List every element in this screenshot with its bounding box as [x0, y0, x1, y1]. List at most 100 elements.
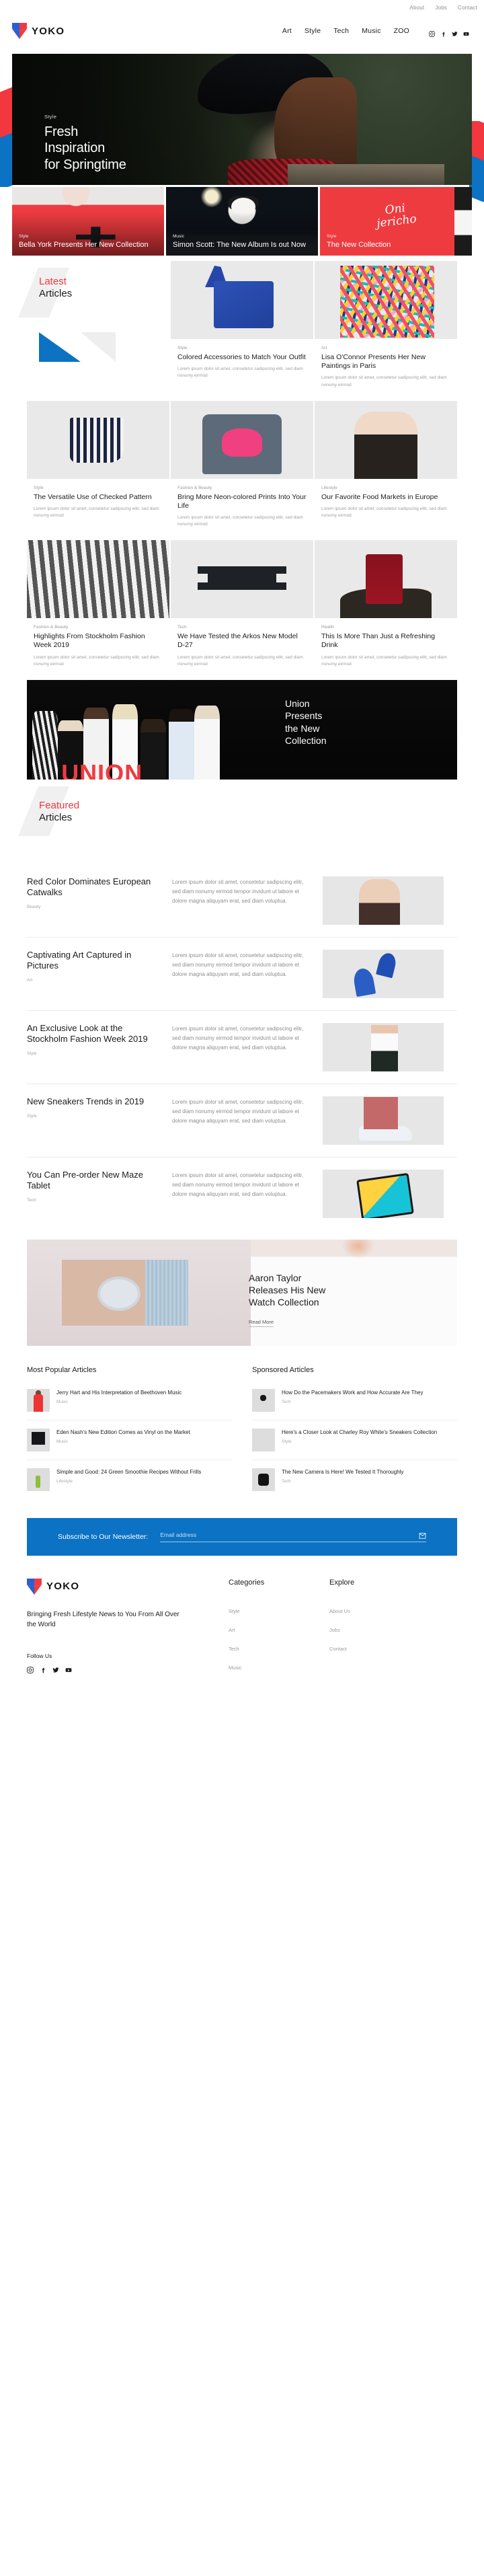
- latest-card-4[interactable]: Fashion & Beauty Bring More Neon-colored…: [171, 400, 313, 539]
- newsletter-wrap: Subscribe to Our Newsletter:: [27, 1517, 457, 1556]
- footer-follow-label: Follow Us: [27, 1652, 52, 1659]
- promo-text-block: Aaron Taylor Releases His New Watch Coll…: [249, 1272, 325, 1328]
- hero-card-oni-kicker: Style: [327, 234, 337, 239]
- sponsored-item-2[interactable]: Here's a Closer Look at Charley Roy Whit…: [252, 1420, 457, 1460]
- nav-item-zoo[interactable]: ZOO: [394, 27, 409, 35]
- latest-heading-cell: Latest Articles: [18, 261, 169, 400]
- sponsored-item-3-kicker: Tech: [282, 1479, 291, 1484]
- nav-item-art[interactable]: Art: [282, 27, 292, 35]
- nav-item-style[interactable]: Style: [305, 27, 321, 35]
- nav-item-tech[interactable]: Tech: [333, 27, 349, 35]
- hero-card-oni[interactable]: Oni jericho Style The New Collection: [320, 187, 472, 256]
- footer-category-item: Style: [229, 1604, 329, 1616]
- popular-item-3[interactable]: Simple and Good: 24 Green Smoothie Recip…: [27, 1460, 232, 1499]
- featured-row-1[interactable]: Red Color Dominates European Catwalks Be…: [27, 864, 457, 938]
- sponsored-item-1-title: How Do the Pacemakers Work and How Accur…: [282, 1389, 424, 1396]
- facebook-icon-footer[interactable]: [40, 1665, 46, 1673]
- hero-title-line1: Fresh: [44, 124, 79, 139]
- nav-item-music[interactable]: Music: [362, 27, 380, 35]
- logo-link[interactable]: YOKO: [12, 23, 65, 39]
- twitter-icon-footer[interactable]: [52, 1665, 59, 1673]
- footer-link-about-us[interactable]: About Us: [329, 1608, 350, 1614]
- featured-row-4-excerpt: Lorem ipsum dolor sit amet, consetetur s…: [172, 1098, 304, 1124]
- footer-category-item: Music: [229, 1661, 329, 1673]
- latest-card-6[interactable]: Fashion & Beauty Highlights From Stockho…: [27, 540, 169, 679]
- footer-link-tech[interactable]: Tech: [229, 1646, 239, 1652]
- footer-logo-link[interactable]: YOKO: [27, 1578, 229, 1595]
- newsletter-field[interactable]: [160, 1531, 426, 1543]
- footer-link-contact[interactable]: Contact: [329, 1646, 347, 1652]
- read-more-button[interactable]: Read More: [249, 1319, 274, 1328]
- footer-category-item: Tech: [229, 1642, 329, 1654]
- brand-name: YOKO: [32, 25, 65, 37]
- facebook-icon[interactable]: [440, 28, 446, 36]
- latest-card-3[interactable]: Style The Versatile Use of Checked Patte…: [27, 400, 169, 539]
- popular-item-1[interactable]: Jerry Hart and His Interpretation of Bee…: [27, 1381, 232, 1420]
- latest-card-6-title: Highlights From Stockholm Fashion Week 2…: [34, 632, 145, 650]
- hero-title[interactable]: Fresh Inspiration for Springtime: [44, 124, 126, 173]
- hero-title-line3: for Springtime: [44, 157, 126, 172]
- footer-link-style[interactable]: Style: [229, 1608, 240, 1614]
- featured-row-4[interactable]: New Sneakers Trends in 2019 Style Lorem …: [27, 1084, 457, 1158]
- latest-card-6-excerpt: Lorem ipsum dolor sit amet, consetetur s…: [34, 654, 159, 667]
- footer-link-music[interactable]: Music: [229, 1665, 242, 1671]
- union-title-line4: Collection: [285, 735, 327, 747]
- twitter-icon[interactable]: [452, 28, 458, 36]
- youtube-icon[interactable]: [463, 28, 469, 36]
- sponsored-item-3[interactable]: The New Camera Is Here! We Tested It Tho…: [252, 1460, 457, 1499]
- send-icon[interactable]: [419, 1531, 426, 1539]
- latest-card-1-image: [171, 261, 313, 339]
- featured-row-3-excerpt: Lorem ipsum dolor sit amet, consetetur s…: [172, 1025, 304, 1051]
- hero-image[interactable]: Style Fresh Inspiration for Springtime: [12, 54, 472, 185]
- latest-card-1[interactable]: Style Colored Accessories to Match Your …: [171, 261, 313, 400]
- latest-card-5[interactable]: Lifestyle Our Favorite Food Markets in E…: [315, 400, 457, 539]
- youtube-icon-footer[interactable]: [65, 1665, 72, 1672]
- footer-categories-column: Categories Style Art Tech Music: [229, 1579, 329, 1679]
- latest-card-1-title: Colored Accessories to Match Your Outfit: [177, 353, 306, 361]
- site-footer: YOKO Bringing Fresh Lifestyle News to Yo…: [27, 1556, 457, 1700]
- hero-card-bella[interactable]: Style Bella York Presents Her New Collec…: [12, 187, 164, 256]
- sponsored-column: Sponsored Articles How Do the Pacemakers…: [252, 1366, 457, 1499]
- latest-card-3-image: [27, 400, 169, 479]
- latest-card-3-excerpt: Lorem ipsum dolor sit amet, consetetur s…: [34, 506, 159, 518]
- union-banner[interactable]: UNION Union Presents the New Collection: [27, 679, 457, 780]
- sponsored-item-1[interactable]: How Do the Pacemakers Work and How Accur…: [252, 1381, 457, 1420]
- hero-card-row: Style Bella York Presents Her New Collec…: [12, 187, 472, 256]
- page-root: About Jobs Contact YOKO Art Style Tech M…: [0, 0, 484, 1700]
- latest-card-7[interactable]: Tech We Have Tested the Arkos New Model …: [171, 540, 313, 679]
- union-title-line1: Union: [285, 697, 310, 709]
- latest-articles-section: Latest Articles Style Colored Accessorie…: [18, 261, 457, 679]
- featured-row-5[interactable]: You Can Pre-order New Maze Tablet Tech L…: [27, 1158, 457, 1230]
- promo-title-line3: Watch Collection: [249, 1297, 319, 1308]
- hero-card-simon[interactable]: Music Simon Scott: The New Album Is out …: [166, 187, 318, 256]
- featured-row-1-image: [323, 876, 444, 925]
- featured-row-5-image: [323, 1169, 444, 1218]
- popular-item-1-title: Jerry Hart and His Interpretation of Bee…: [56, 1389, 182, 1396]
- featured-row-3[interactable]: An Exclusive Look at the Stockholm Fashi…: [27, 1011, 457, 1084]
- most-popular-column: Most Popular Articles Jerry Hart and His…: [27, 1366, 232, 1499]
- featured-heading-dark: Articles: [39, 811, 73, 823]
- latest-card-2[interactable]: Art Lisa O'Connor Presents Her New Paint…: [315, 261, 457, 400]
- latest-heading: Latest Articles: [18, 261, 169, 362]
- featured-row-2[interactable]: Captivating Art Captured in Pictures Art…: [27, 938, 457, 1011]
- latest-card-8[interactable]: Health This Is More Than Just a Refreshi…: [315, 540, 457, 679]
- instagram-icon[interactable]: [429, 28, 435, 37]
- footer-tagline: Bringing Fresh Lifestyle News to You Fro…: [27, 1610, 179, 1628]
- newsletter-email-input[interactable]: [160, 1531, 419, 1538]
- featured-row-4-title: New Sneakers Trends in 2019: [27, 1096, 145, 1106]
- utility-topbar: About Jobs Contact: [0, 0, 484, 15]
- instagram-icon-footer[interactable]: [27, 1665, 34, 1673]
- footer-explore-item: About Us: [329, 1604, 457, 1616]
- newsletter-bar: Subscribe to Our Newsletter:: [27, 1517, 457, 1556]
- popular-item-2[interactable]: Eden Nash's New Edition Comes as Vinyl o…: [27, 1420, 232, 1460]
- topbar-link-about[interactable]: About: [409, 5, 424, 11]
- union-text-block: Union Presents the New Collection: [285, 697, 326, 747]
- latest-card-2-image: [315, 261, 457, 339]
- hero-text-block: Style Fresh Inspiration for Springtime: [44, 114, 126, 173]
- footer-link-art[interactable]: Art: [229, 1627, 235, 1633]
- footer-link-jobs[interactable]: Jobs: [329, 1627, 340, 1633]
- promo-banner[interactable]: Aaron Taylor Releases His New Watch Coll…: [27, 1239, 457, 1346]
- latest-card-2-excerpt: Lorem ipsum dolor sit amet, consetetur s…: [321, 375, 447, 387]
- topbar-link-contact[interactable]: Contact: [458, 5, 477, 11]
- topbar-link-jobs[interactable]: Jobs: [435, 5, 447, 11]
